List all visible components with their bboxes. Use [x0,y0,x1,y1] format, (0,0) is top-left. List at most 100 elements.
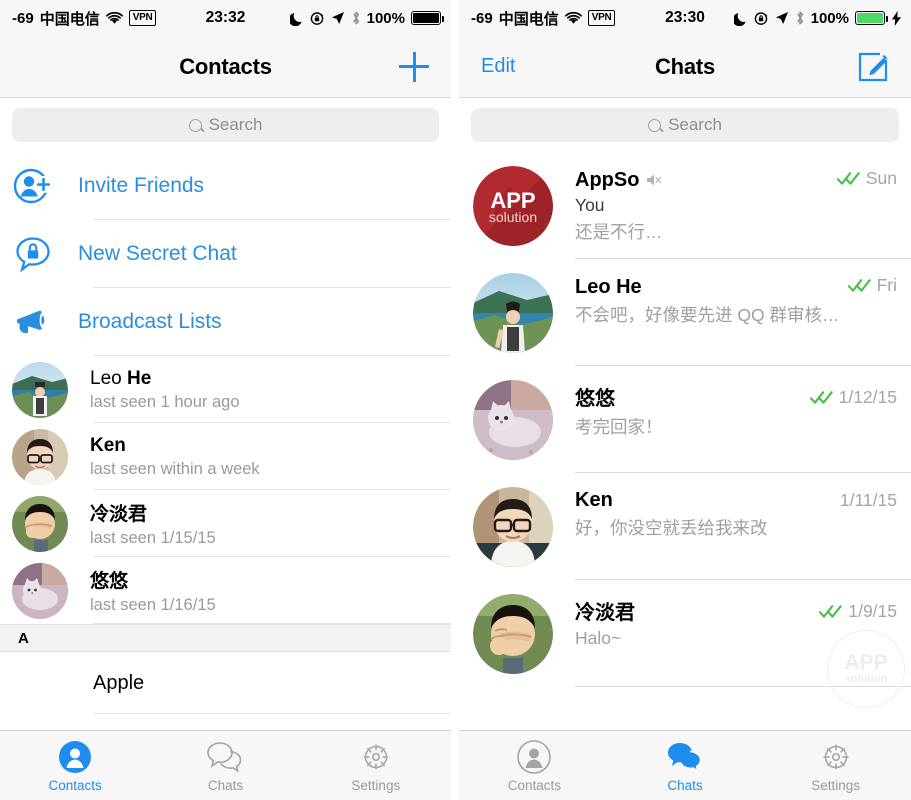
carrier-name: 中国电信 [39,10,100,28]
contact-name: Apple [93,671,145,694]
chat-date: Sun [865,168,897,188]
rotation-lock-icon [754,11,769,26]
contact-name: 悠悠 [90,571,129,592]
lengdanjun-avatar [12,495,68,552]
mute-icon [646,173,662,187]
contact-status: last seen 1/15/15 [90,529,216,547]
contact-name: Ken [90,434,126,456]
chat-date: Fri [876,275,897,295]
status-bar-right: -69 中国电信 VPN 23:30 100% [459,0,911,36]
tab-contacts[interactable]: Contacts [459,739,610,793]
search-input[interactable]: Search [12,108,439,142]
contact-row[interactable]: Ken last seen within a week [0,423,451,490]
chat-meta: 1/12/15 [800,387,897,408]
leo-avatar [12,361,68,418]
megaphone-icon [12,301,54,343]
search-input[interactable]: Search [471,108,899,142]
status-left-group: -69 中国电信 VPN [459,8,616,29]
broadcast-lists-row[interactable]: Broadcast Lists [0,288,451,356]
leo-avatar [473,273,553,353]
chat-top-line: 悠悠 1/12/15 [575,382,897,411]
contact-row[interactable]: 冷淡君 last seen 1/15/15 [0,490,451,557]
chat-body: Ken 1/11/15 好，你没空就丢给我来改 [575,487,897,580]
contact-row-apple[interactable]: Apple [0,652,451,714]
chat-date: 1/11/15 [839,490,897,510]
chat-name: Ken [575,489,613,511]
chat-name: AppSo [575,169,640,191]
battery-icon [855,11,888,25]
panel-divider [451,0,459,800]
search-bar-chats: Search [459,98,911,152]
search-placeholder: Search [208,115,263,134]
chat-row[interactable]: Ken 1/11/15 好，你没空就丢给我来改 [459,473,911,580]
add-contact-button[interactable] [399,51,429,82]
wifi-icon [564,11,582,25]
compose-button[interactable] [857,51,889,83]
battery-percent: 100% [366,9,405,27]
tab-label: Chats [207,777,244,793]
contact-name: Leo He [90,367,152,389]
broadcast-lists-label: Broadcast Lists [78,310,222,333]
search-icon [648,118,662,132]
appso-avatar: APP solution [473,166,553,246]
chat-row[interactable]: Leo He Fri 不会吧，好像要先进 QQ 群审核… [459,259,911,366]
chat-date: 1/9/15 [848,601,897,621]
bluetooth-icon [351,10,361,26]
new-secret-chat-row[interactable]: New Secret Chat [0,220,451,288]
search-icon [188,118,202,132]
moon-icon [733,11,748,26]
invite-friends-row[interactable]: Invite Friends [0,152,451,220]
gear-icon [359,739,393,775]
contact-status: last seen 1 hour ago [90,392,240,411]
nav-bar-contacts: Contacts [0,36,451,98]
person-icon [58,739,92,775]
double-check-read-icon [847,278,872,293]
dual-phone-screenshot: -69 中国电信 VPN 23:32 100% Contacts Search … [0,0,911,800]
chat-top-line: AppSo Sun [575,168,897,192]
nav-bar-chats: Edit Chats [459,36,911,98]
tab-settings[interactable]: Settings [301,739,451,793]
person-icon [517,739,552,775]
battery-percent: 100% [810,9,849,27]
contact-row[interactable]: 悠悠 last seen 1/16/15 [0,557,451,624]
chat-message: 好，你没空就丢给我来改 [575,518,768,538]
battery-icon [411,11,444,25]
tab-chats[interactable]: Chats [150,739,300,793]
chat-top-line: Leo He Fri [575,275,897,299]
section-header-a: A [0,624,451,652]
contact-texts: 冷淡君 last seen 1/15/15 [90,499,216,548]
chat-top-line: 冷淡君 1/9/15 [575,596,897,625]
chat-meta: 1/9/15 [809,601,897,622]
tab-label: Settings [351,777,401,793]
chat-top-line: Ken 1/11/15 [575,489,897,512]
phone-left-contacts: -69 中国电信 VPN 23:32 100% Contacts Search … [0,0,451,800]
chat-row[interactable]: 冷淡君 1/9/15 Halo~ [459,580,911,687]
chat-meta: 1/11/15 [830,490,897,511]
wifi-icon [105,11,123,25]
contact-row[interactable]: Leo He last seen 1 hour ago [0,356,451,423]
chat-bubbles-icon [666,739,704,775]
tab-contacts[interactable]: Contacts [0,739,150,793]
chat-row[interactable]: 悠悠 1/12/15 考完回家！ [459,366,911,473]
lock-bubble-icon [12,233,54,275]
double-check-read-icon [809,390,834,405]
contact-status: last seen 1/16/15 [90,596,216,614]
tab-label: Settings [811,777,861,793]
youyou-avatar [12,562,68,619]
tab-chats[interactable]: Chats [610,739,761,793]
chat-row[interactable]: APP solution AppSo Sun You 还是不行… [459,152,911,259]
edit-button[interactable]: Edit [459,55,515,78]
chat-message: 考完回家！ [575,417,663,437]
tab-settings[interactable]: Settings [760,739,911,793]
chat-name: 悠悠 [575,388,615,410]
tab-label: Chats [667,777,703,793]
tab-bar-left: Contacts Chats Settings [0,730,451,800]
svg-text:solution: solution [489,209,537,225]
chat-bubbles-icon [206,739,244,775]
contact-texts: 悠悠 last seen 1/16/15 [90,566,216,615]
lengdanjun-avatar [473,594,553,674]
chat-body: Leo He Fri 不会吧，好像要先进 QQ 群审核… [575,273,897,366]
invite-friends-label: Invite Friends [78,174,205,197]
search-placeholder: Search [668,115,722,134]
contact-texts: Ken last seen within a week [90,435,260,479]
